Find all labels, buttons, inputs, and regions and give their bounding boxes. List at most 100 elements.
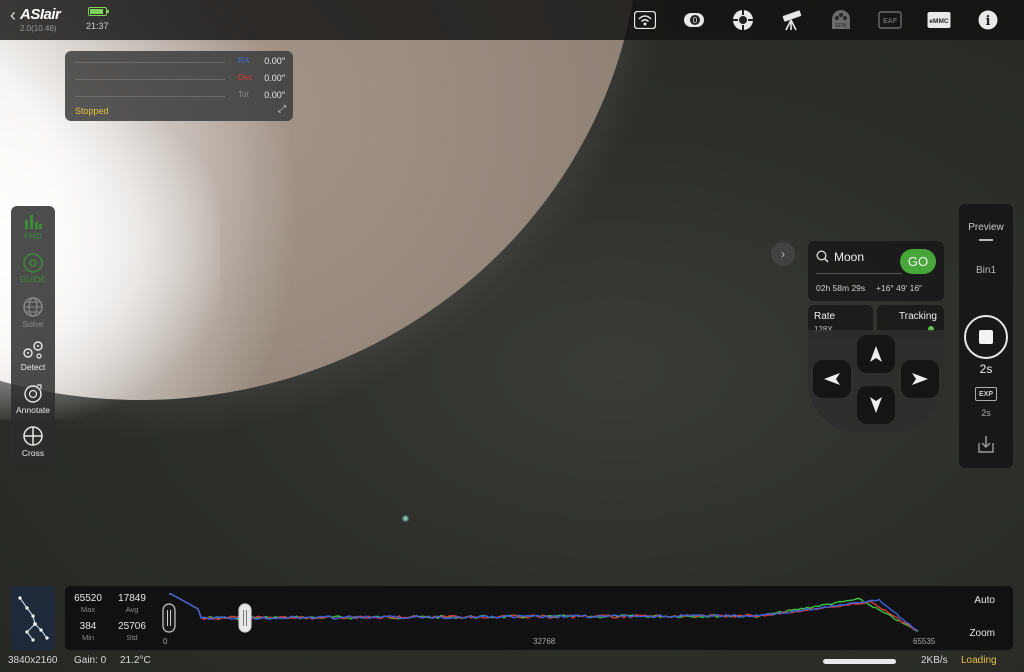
- guide-row-dec: Dec 0.00″: [75, 73, 285, 85]
- histogram-axis-min: 0: [163, 637, 168, 646]
- telescope-icon: [782, 10, 801, 31]
- collapse-panel-button[interactable]: ›: [771, 242, 795, 266]
- arrow-left-icon: [824, 373, 840, 385]
- star-map-button[interactable]: [11, 586, 55, 650]
- cross-label: Cross: [21, 448, 45, 458]
- target-search-input[interactable]: Moon: [834, 250, 864, 264]
- cross-button[interactable]: Cross: [11, 425, 55, 458]
- capture-stop-button[interactable]: [964, 315, 1008, 359]
- search-icon[interactable]: [816, 250, 829, 268]
- auto-stretch-button[interactable]: Auto: [974, 595, 995, 606]
- mount-direction-pad: [808, 330, 944, 432]
- solve-label: Solve: [22, 319, 44, 329]
- chevron-left-icon: ‹: [10, 5, 16, 25]
- arrow-up-icon: [870, 346, 882, 362]
- mid-stretch-handle[interactable]: [238, 603, 252, 633]
- annotate-button[interactable]: Annotate: [11, 382, 55, 415]
- top-bar: ‹ ASIair 2.0(10.46) 21:37 0 EFW EAF eMMC…: [0, 0, 1024, 40]
- gain: Gain: 0: [74, 655, 107, 666]
- guide-total-value: 0.00″: [264, 90, 285, 100]
- solve-button[interactable]: Solve: [11, 296, 55, 329]
- eaf-button[interactable]: EAF: [865, 6, 914, 34]
- back-button[interactable]: ‹ ASIair 2.0(10.46): [10, 5, 61, 33]
- guide-graph-panel[interactable]: RA 0.00″ Dec 0.00″ Tot 0.00″ Stopped ⤢: [65, 51, 293, 121]
- mode-underline: [979, 239, 993, 241]
- move-south-button[interactable]: [857, 386, 895, 424]
- guide-dec-value: 0.00″: [264, 73, 285, 83]
- left-toolbar: PHD GUIDE Solve Detect Annotate Cross: [11, 206, 55, 466]
- efw-icon: EFW: [831, 10, 850, 29]
- arrow-right-icon: [912, 373, 928, 385]
- info-button[interactable]: i: [963, 6, 1012, 34]
- resolution: 3840x2160: [8, 655, 58, 666]
- detect-button[interactable]: Detect: [11, 339, 55, 372]
- target-icon: [23, 253, 43, 273]
- info-icon: i: [978, 10, 997, 30]
- constellation-icon: [18, 596, 49, 642]
- emmc-icon: eMMC: [927, 12, 950, 28]
- go-button[interactable]: GO: [900, 249, 936, 274]
- loading-status: Loading: [961, 655, 997, 666]
- telescope-button[interactable]: [767, 6, 816, 34]
- svg-text:i: i: [985, 14, 990, 29]
- target-ra: 02h 58m 29s: [816, 283, 866, 293]
- brand-name: ASIair: [20, 6, 61, 23]
- histogram-red: [169, 593, 919, 632]
- detect-icon: [23, 341, 43, 359]
- exposure-setting: 2s: [981, 408, 991, 418]
- guide-camera-button[interactable]: [718, 6, 767, 34]
- battery-icon: [87, 7, 109, 16]
- guide-dec-label: Dec: [238, 73, 253, 82]
- mode-selector[interactable]: Preview: [959, 222, 1013, 233]
- stat-min: 384 Min: [79, 621, 97, 642]
- target-dec: +16° 49′ 16″: [876, 283, 923, 293]
- move-east-button[interactable]: [901, 360, 939, 398]
- crosshair-icon: [23, 426, 43, 446]
- bin-selector[interactable]: Bin1: [959, 265, 1013, 276]
- transfer-rate: 2KB/s: [921, 655, 948, 666]
- guide-row-total: Tot 0.00″: [75, 90, 285, 102]
- clock: 21:37: [86, 21, 109, 31]
- low-stretch-handle[interactable]: [162, 603, 176, 633]
- globe-icon: [23, 297, 43, 317]
- guide-button[interactable]: GUIDE: [11, 253, 55, 284]
- home-indicator[interactable]: [823, 659, 896, 664]
- chart-icon: [25, 215, 42, 229]
- stop-icon: [979, 330, 993, 344]
- efw-button[interactable]: EFW: [816, 6, 865, 34]
- histogram-panel: 65520 Max 17849 Avg 384 Min 25706 Std 0 3276…: [65, 586, 1013, 650]
- svg-text:EFW: EFW: [835, 23, 846, 29]
- phd-label: PHD: [24, 231, 42, 241]
- chevron-right-icon: ›: [781, 247, 785, 261]
- exposure-button[interactable]: EXP: [975, 387, 997, 401]
- device-icons: 0 EFW EAF eMMC i: [620, 6, 1012, 34]
- expand-icon[interactable]: ⤢: [278, 104, 286, 115]
- phd-button[interactable]: PHD: [11, 212, 55, 241]
- zoom-button[interactable]: Zoom: [969, 628, 995, 639]
- star-point: [402, 515, 409, 522]
- guide-status: Stopped: [75, 106, 109, 116]
- main-camera-button[interactable]: 0: [669, 6, 718, 34]
- arrow-down-icon: [870, 397, 882, 413]
- exposure-time: 2s: [979, 362, 993, 376]
- download-icon[interactable]: [976, 434, 996, 459]
- camera-icon: 0: [683, 13, 704, 27]
- move-west-button[interactable]: [813, 360, 851, 398]
- wifi-button[interactable]: [620, 6, 669, 34]
- guide-row-ra: RA 0.00″: [75, 56, 285, 68]
- guide-ra-value: 0.00″: [264, 56, 285, 66]
- annotate-label: Annotate: [15, 405, 51, 415]
- brand: ASIair 2.0(10.46): [20, 6, 61, 33]
- guide-label: GUIDE: [19, 274, 47, 284]
- svg-text:EAF: EAF: [883, 18, 898, 25]
- histogram-green: [169, 593, 919, 633]
- emmc-button[interactable]: eMMC: [914, 6, 963, 34]
- stat-avg: 17849 Avg: [118, 593, 146, 614]
- wifi-icon: [633, 11, 656, 29]
- svg-text:eMMC: eMMC: [929, 18, 948, 25]
- move-north-button[interactable]: [857, 335, 895, 373]
- stat-std: 25706 Std: [118, 621, 146, 642]
- guide-camera-icon: [732, 10, 753, 30]
- goto-panel: Moon GO 02h 58m 29s +16° 49′ 16″: [808, 241, 944, 301]
- annotate-icon: [24, 384, 42, 403]
